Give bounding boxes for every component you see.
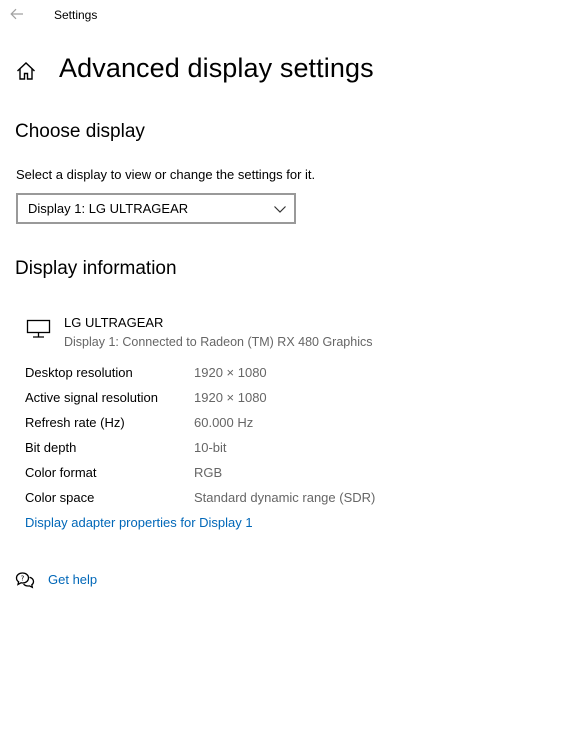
choose-display-heading: Choose display xyxy=(15,121,145,142)
back-arrow-icon xyxy=(10,8,23,20)
monitor-name: LG ULTRAGEAR xyxy=(64,315,164,330)
app-title: Settings xyxy=(54,8,98,22)
monitor-icon xyxy=(26,319,51,338)
info-label: Color space xyxy=(25,490,95,505)
info-row-refresh-rate: Refresh rate (Hz) 60.000 Hz xyxy=(25,415,545,435)
page-title: Advanced display settings xyxy=(59,53,374,83)
back-button[interactable] xyxy=(6,4,28,24)
monitor-connection: Display 1: Connected to Radeon (TM) RX 4… xyxy=(64,335,373,349)
info-value: 10-bit xyxy=(194,440,227,455)
choose-display-helper: Select a display to view or change the s… xyxy=(16,167,316,182)
svg-text:?: ? xyxy=(21,574,25,582)
info-value: 60.000 Hz xyxy=(194,415,254,430)
home-icon[interactable] xyxy=(15,60,37,82)
info-label: Bit depth xyxy=(25,440,77,455)
chevron-down-icon xyxy=(274,206,286,213)
title-bar: Settings xyxy=(0,0,572,32)
display-adapter-properties-link[interactable]: Display adapter properties for Display 1 xyxy=(25,515,253,530)
info-value: 1920 × 1080 xyxy=(194,365,267,380)
display-information-heading: Display information xyxy=(15,258,177,279)
info-label: Active signal resolution xyxy=(25,390,158,405)
info-label: Desktop resolution xyxy=(25,365,133,380)
help-chat-icon[interactable]: ? xyxy=(15,571,35,589)
info-value: RGB xyxy=(194,465,223,480)
info-row-bit-depth: Bit depth 10-bit xyxy=(25,440,545,460)
info-row-desktop-resolution: Desktop resolution 1920 × 1080 xyxy=(25,365,545,385)
display-select-dropdown[interactable]: Display 1: LG ULTRAGEAR xyxy=(16,193,296,224)
display-select-value: Display 1: LG ULTRAGEAR xyxy=(28,201,189,216)
info-label: Color format xyxy=(25,465,97,480)
info-value: Standard dynamic range (SDR) xyxy=(194,490,376,505)
info-value: 1920 × 1080 xyxy=(194,390,267,405)
info-row-active-signal-resolution: Active signal resolution 1920 × 1080 xyxy=(25,390,545,410)
get-help-link[interactable]: Get help xyxy=(48,572,97,587)
info-label: Refresh rate (Hz) xyxy=(25,415,125,430)
info-row-color-space: Color space Standard dynamic range (SDR) xyxy=(25,490,545,510)
info-row-color-format: Color format RGB xyxy=(25,465,545,485)
